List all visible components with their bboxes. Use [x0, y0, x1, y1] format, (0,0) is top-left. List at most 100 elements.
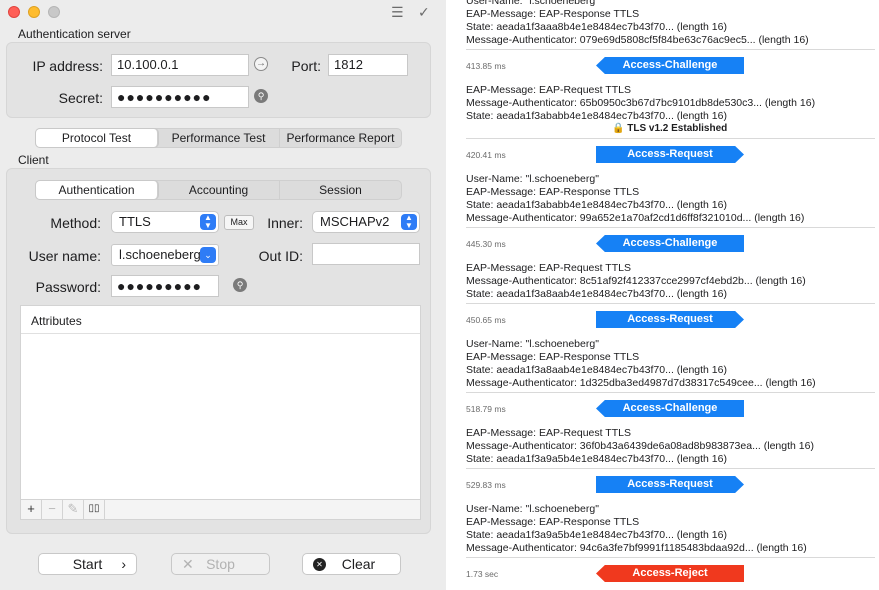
log-pane[interactable]: User-Name: "l.schoeneberg" EAP-Message: E… [446, 0, 879, 590]
log-line: User-Name: "l.schoeneberg" [466, 0, 599, 7]
inner-select[interactable]: MSCHAPv2 ▲ ▼ [312, 211, 420, 233]
inner-value: MSCHAPv2 [320, 214, 390, 229]
secret-label: Secret: [58, 90, 103, 106]
log-separator [466, 227, 875, 228]
log-line: Message-Authenticator: 1d325dba3ed4987d7… [466, 377, 816, 389]
start-label: Start [72, 556, 103, 572]
log-line: State: aeada1f3ababb4e1e8484ec7b43f70...… [466, 110, 727, 122]
log-line: State: aeada1f3a8aab4e1e8484ec7b43f70...… [466, 364, 727, 376]
tab-performance-test[interactable]: Performance Test [158, 129, 280, 147]
username-combobox[interactable]: l.schoeneberg ⌄ [111, 244, 219, 266]
log-line: State: aeada1f3a9a5b4e1e8484ec7b43f70...… [466, 529, 727, 541]
stop-label: Stop [206, 556, 235, 572]
main-tabs: Protocol Test Performance Test Performan… [35, 128, 402, 148]
auth-server-title: Authentication server [18, 27, 131, 41]
stop-button[interactable]: ✕ Stop [171, 553, 270, 575]
log-line: EAP-Message: EAP-Response TTLS [466, 351, 640, 363]
port-label: Port: [291, 58, 321, 74]
packet-access-request-banner: Access-Request [596, 311, 744, 328]
tab-performance-report[interactable]: Performance Report [280, 129, 401, 147]
tab-accounting[interactable]: Accounting [158, 181, 280, 199]
magnifier-reveal-icon[interactable]: ⚲ [254, 89, 268, 103]
log-line: State: aeada1f3ababb4e1e8484ec7b43f70...… [466, 199, 727, 211]
log-separator [466, 468, 875, 469]
checkmark-icon[interactable]: ✓ [418, 4, 430, 21]
list-icon[interactable]: ☰ [391, 4, 404, 21]
clear-button[interactable]: ✕ Clear [302, 553, 401, 575]
zoom-window-button[interactable] [48, 6, 60, 18]
close-window-button[interactable] [8, 6, 20, 18]
attributes-table[interactable]: Attributes + − ✎ ▯▯ [20, 305, 421, 520]
ip-address-label: IP address: [32, 58, 103, 74]
arrow-right-icon[interactable]: → [254, 57, 268, 71]
log-timestamp: 420.41 ms [466, 150, 506, 160]
log-line: Message-Authenticator: 079e69d5808cf5f84… [466, 34, 809, 46]
log-timestamp: 529.83 ms [466, 480, 506, 490]
log-line: State: aeada1f3aaa8b4e1e8484ec7b43f70...… [466, 21, 727, 33]
username-label: User name: [28, 248, 101, 264]
method-value: TTLS [119, 214, 151, 229]
clear-circle-icon: ✕ [313, 558, 326, 571]
tab-session[interactable]: Session [280, 181, 401, 199]
x-icon: ✕ [182, 556, 194, 572]
chevron-updown-icon: ▲ ▼ [200, 214, 216, 230]
log-line: Message-Authenticator: 36f0b43a6439de6a0… [466, 440, 814, 452]
chevron-updown-icon: ▲ ▼ [401, 214, 417, 230]
log-line: User-Name: "l.schoeneberg" [466, 503, 599, 515]
chevron-down-icon[interactable]: ⌄ [200, 247, 216, 263]
log-line: State: aeada1f3a9a5b4e1e8484ec7b43f70...… [466, 453, 727, 465]
log-line: EAP-Message: EAP-Response TTLS [466, 516, 640, 528]
log-line: User-Name: "l.schoeneberg" [466, 173, 599, 185]
auth-server-group: IP address: 10.100.0.1 → Port: 1812 Secr… [6, 42, 431, 118]
edit-attribute-button[interactable]: ✎ [63, 500, 84, 519]
outid-label: Out ID: [258, 248, 303, 264]
attributes-toolbar: + − ✎ ▯▯ [21, 499, 420, 519]
secret-field[interactable]: ●●●●●●●●●● [111, 86, 249, 108]
add-attribute-button[interactable]: + [21, 500, 42, 519]
tab-authentication[interactable]: Authentication [36, 181, 158, 199]
log-line: EAP-Message: EAP-Request TTLS [466, 262, 631, 274]
remove-attribute-button[interactable]: − [42, 500, 63, 519]
client-title: Client [18, 153, 49, 167]
log-line: EAP-Message: EAP-Request TTLS [466, 84, 631, 96]
dictionary-book-icon[interactable]: ▯▯ [84, 500, 105, 519]
clear-label: Clear [341, 556, 376, 572]
log-separator [466, 557, 875, 558]
log-separator [466, 49, 875, 50]
chevron-right-icon: › [121, 556, 126, 572]
packet-access-request-banner: Access-Request [596, 476, 744, 493]
password-field[interactable]: ●●●●●●●●● [111, 275, 219, 297]
max-button[interactable]: Max [224, 215, 254, 230]
magnifier-reveal-icon[interactable]: ⚲ [233, 278, 247, 292]
log-line: EAP-Message: EAP-Request TTLS [466, 427, 631, 439]
log-timestamp: 450.65 ms [466, 315, 506, 325]
packet-access-challenge-banner: Access-Challenge [596, 400, 744, 417]
log-line: EAP-Message: EAP-Response TTLS [466, 186, 640, 198]
log-timestamp: 445.30 ms [466, 239, 506, 249]
port-field[interactable]: 1812 [328, 54, 408, 76]
method-select[interactable]: TTLS ▲ ▼ [111, 211, 219, 233]
minimize-window-button[interactable] [28, 6, 40, 18]
inner-label: Inner: [267, 215, 303, 231]
log-separator [466, 303, 875, 304]
outid-field[interactable] [312, 243, 420, 265]
log-line: Message-Authenticator: 99a652e1a70af2cd1… [466, 212, 805, 224]
tab-protocol-test[interactable]: Protocol Test [36, 129, 158, 147]
log-timestamp: 518.79 ms [466, 404, 506, 414]
log-line: EAP-Message: EAP-Response TTLS [466, 8, 640, 20]
log-timestamp: 413.85 ms [466, 61, 506, 71]
client-tabs: Authentication Accounting Session [35, 180, 402, 200]
log-line: Message-Authenticator: 65b0950c3b67d7bc9… [466, 97, 816, 109]
log-timestamp: 1.73 sec [466, 569, 499, 579]
log-line: Message-Authenticator: 94c6a3fe7bf9991f1… [466, 542, 807, 554]
packet-access-reject-banner: Access-Reject [596, 565, 744, 582]
packet-access-request-banner: Access-Request [596, 146, 744, 163]
log-line: State: aeada1f3a8aab4e1e8484ec7b43f70...… [466, 288, 727, 300]
ip-address-field[interactable]: 10.100.0.1 [111, 54, 249, 76]
log-line: Message-Authenticator: 8c51af92f412337cc… [466, 275, 806, 287]
start-button[interactable]: Start › [38, 553, 137, 575]
packet-access-challenge-banner: Access-Challenge [596, 57, 744, 74]
log-separator [466, 138, 875, 139]
packet-access-challenge-banner: Access-Challenge [596, 235, 744, 252]
log-line: User-Name: "l.schoeneberg" [466, 338, 599, 350]
